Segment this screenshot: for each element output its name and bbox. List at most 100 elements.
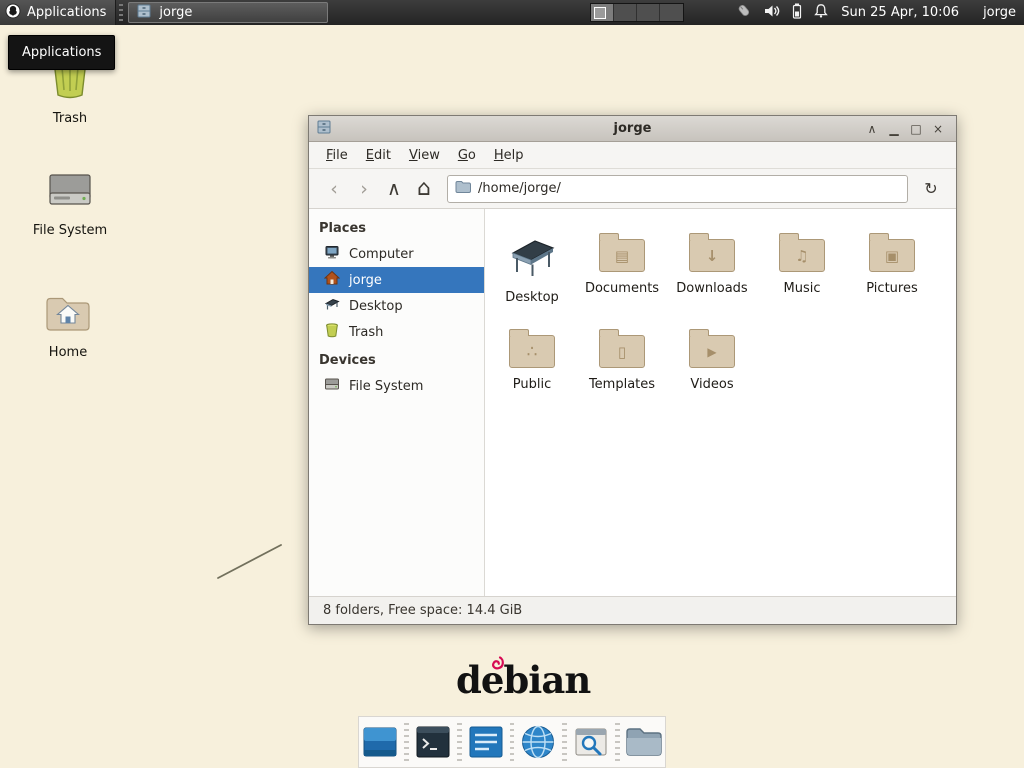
taskbar-window-icon xyxy=(136,3,152,23)
sidebar-devices-header: Devices xyxy=(309,345,484,373)
home-button[interactable]: ⌂ xyxy=(409,174,439,204)
file-item-videos[interactable]: Videos xyxy=(667,321,757,417)
downloads-folder-icon xyxy=(689,239,735,272)
workspace-4[interactable] xyxy=(660,4,683,21)
file-item-documents[interactable]: Documents xyxy=(577,225,667,321)
forward-button[interactable]: › xyxy=(349,174,379,204)
sidebar-item-computer[interactable]: Computer xyxy=(309,241,484,267)
file-item-public[interactable]: Public xyxy=(487,321,577,417)
reload-button[interactable]: ↻ xyxy=(916,174,946,204)
sidebar-item-trash[interactable]: Trash xyxy=(309,319,484,345)
taskbar-window-label: jorge xyxy=(159,5,192,20)
dock-separator[interactable] xyxy=(562,723,567,761)
window-icon xyxy=(316,119,332,139)
file-label: Music xyxy=(784,281,821,296)
home-icon xyxy=(324,270,340,290)
videos-folder-icon xyxy=(689,335,735,368)
workspace-3[interactable] xyxy=(637,4,660,21)
show-desktop-launcher[interactable] xyxy=(359,720,401,764)
terminal-icon xyxy=(413,722,453,762)
desktop-icon-file-system[interactable]: File System xyxy=(20,170,120,238)
menu-edit[interactable]: Edit xyxy=(357,144,400,167)
notifications-bell-icon[interactable] xyxy=(813,3,829,23)
applications-tooltip: Applications xyxy=(8,35,115,70)
panel-username[interactable]: jorge xyxy=(983,5,1016,20)
drive-icon xyxy=(45,170,95,216)
sidebar-item-label: Trash xyxy=(349,325,383,340)
home-folder-icon xyxy=(43,292,93,338)
drive-icon xyxy=(324,376,340,396)
menu-go[interactable]: Go xyxy=(449,144,485,167)
menu-view[interactable]: View xyxy=(400,144,449,167)
minimize-button[interactable]: ▁ xyxy=(883,119,905,139)
location-bar[interactable] xyxy=(447,175,908,203)
folder-icon xyxy=(623,722,665,762)
sidebar-item-label: File System xyxy=(349,379,423,394)
applications-menu-icon xyxy=(5,3,21,23)
mouse-indicator-icon[interactable] xyxy=(736,3,752,23)
statusbar: 8 folders, Free space: 14.4 GiB xyxy=(309,596,956,624)
sidebar-item-desktop[interactable]: Desktop xyxy=(309,293,484,319)
dock-panel xyxy=(358,716,666,768)
workspace-2[interactable] xyxy=(614,4,637,21)
workspace-1[interactable] xyxy=(591,4,614,21)
dock-separator[interactable] xyxy=(510,723,515,761)
sidebar-item-file-system[interactable]: File System xyxy=(309,373,484,399)
debian-swirl-icon xyxy=(486,655,506,675)
file-label: Desktop xyxy=(505,290,559,305)
panel-handle[interactable] xyxy=(119,4,123,22)
location-folder-icon xyxy=(455,179,471,198)
file-item-pictures[interactable]: Pictures xyxy=(847,225,937,321)
menu-file[interactable]: File xyxy=(317,144,357,167)
sidebar-item-label: Computer xyxy=(349,247,414,262)
file-item-desktop[interactable]: Desktop xyxy=(487,225,577,321)
app-finder-launcher[interactable] xyxy=(570,720,612,764)
back-button[interactable]: ‹ xyxy=(319,174,349,204)
maximize-button[interactable]: □ xyxy=(905,119,927,139)
editor-launcher[interactable] xyxy=(465,720,507,764)
list-icon xyxy=(466,722,506,762)
desktop-icon xyxy=(324,296,340,316)
dock-separator[interactable] xyxy=(615,723,620,761)
pictures-folder-icon xyxy=(869,239,915,272)
file-label: Documents xyxy=(585,281,659,296)
toolbar: ‹ › ∧ ⌂ ↻ xyxy=(309,169,956,209)
file-item-music[interactable]: Music xyxy=(757,225,847,321)
file-label: Pictures xyxy=(866,281,917,296)
titlebar[interactable]: jorge ∧ ▁ □ × xyxy=(309,116,956,142)
path-input[interactable] xyxy=(478,181,900,196)
music-folder-icon xyxy=(779,239,825,272)
file-item-downloads[interactable]: Downloads xyxy=(667,225,757,321)
magnifier-icon xyxy=(571,722,611,762)
stray-line xyxy=(210,538,292,586)
sidebar-places-header: Places xyxy=(309,213,484,241)
sidebar-item-label: Desktop xyxy=(349,299,403,314)
debian-logo: debian xyxy=(456,662,590,699)
volume-icon[interactable] xyxy=(763,3,781,23)
file-label: Downloads xyxy=(676,281,747,296)
power-manager-icon[interactable] xyxy=(792,3,802,23)
menubar: File Edit View Go Help xyxy=(309,142,956,169)
templates-folder-icon xyxy=(599,335,645,368)
applications-menu-button[interactable]: Applications xyxy=(0,0,116,25)
file-label: Videos xyxy=(690,377,733,392)
terminal-launcher[interactable] xyxy=(412,720,454,764)
public-folder-icon xyxy=(509,335,555,368)
file-manager-window: jorge ∧ ▁ □ × File Edit View Go Help ‹ ›… xyxy=(308,115,957,625)
file-manager-launcher[interactable] xyxy=(623,720,665,764)
sidebar-item-jorge[interactable]: jorge xyxy=(309,267,484,293)
web-browser-launcher[interactable] xyxy=(517,720,559,764)
menu-help[interactable]: Help xyxy=(485,144,533,167)
panel-clock[interactable]: Sun 25 Apr, 10:06 xyxy=(841,5,959,20)
file-label: Templates xyxy=(589,377,655,392)
file-item-templates[interactable]: Templates xyxy=(577,321,667,417)
close-button[interactable]: × xyxy=(927,119,949,139)
taskbar-window-button[interactable]: jorge xyxy=(128,2,328,23)
shade-button[interactable]: ∧ xyxy=(861,119,883,139)
applications-menu-label: Applications xyxy=(27,5,106,20)
up-button[interactable]: ∧ xyxy=(379,174,409,204)
dock-separator[interactable] xyxy=(404,723,409,761)
desktop-icon-home[interactable]: Home xyxy=(18,292,118,360)
workspace-switcher[interactable] xyxy=(590,3,684,22)
dock-separator[interactable] xyxy=(457,723,462,761)
